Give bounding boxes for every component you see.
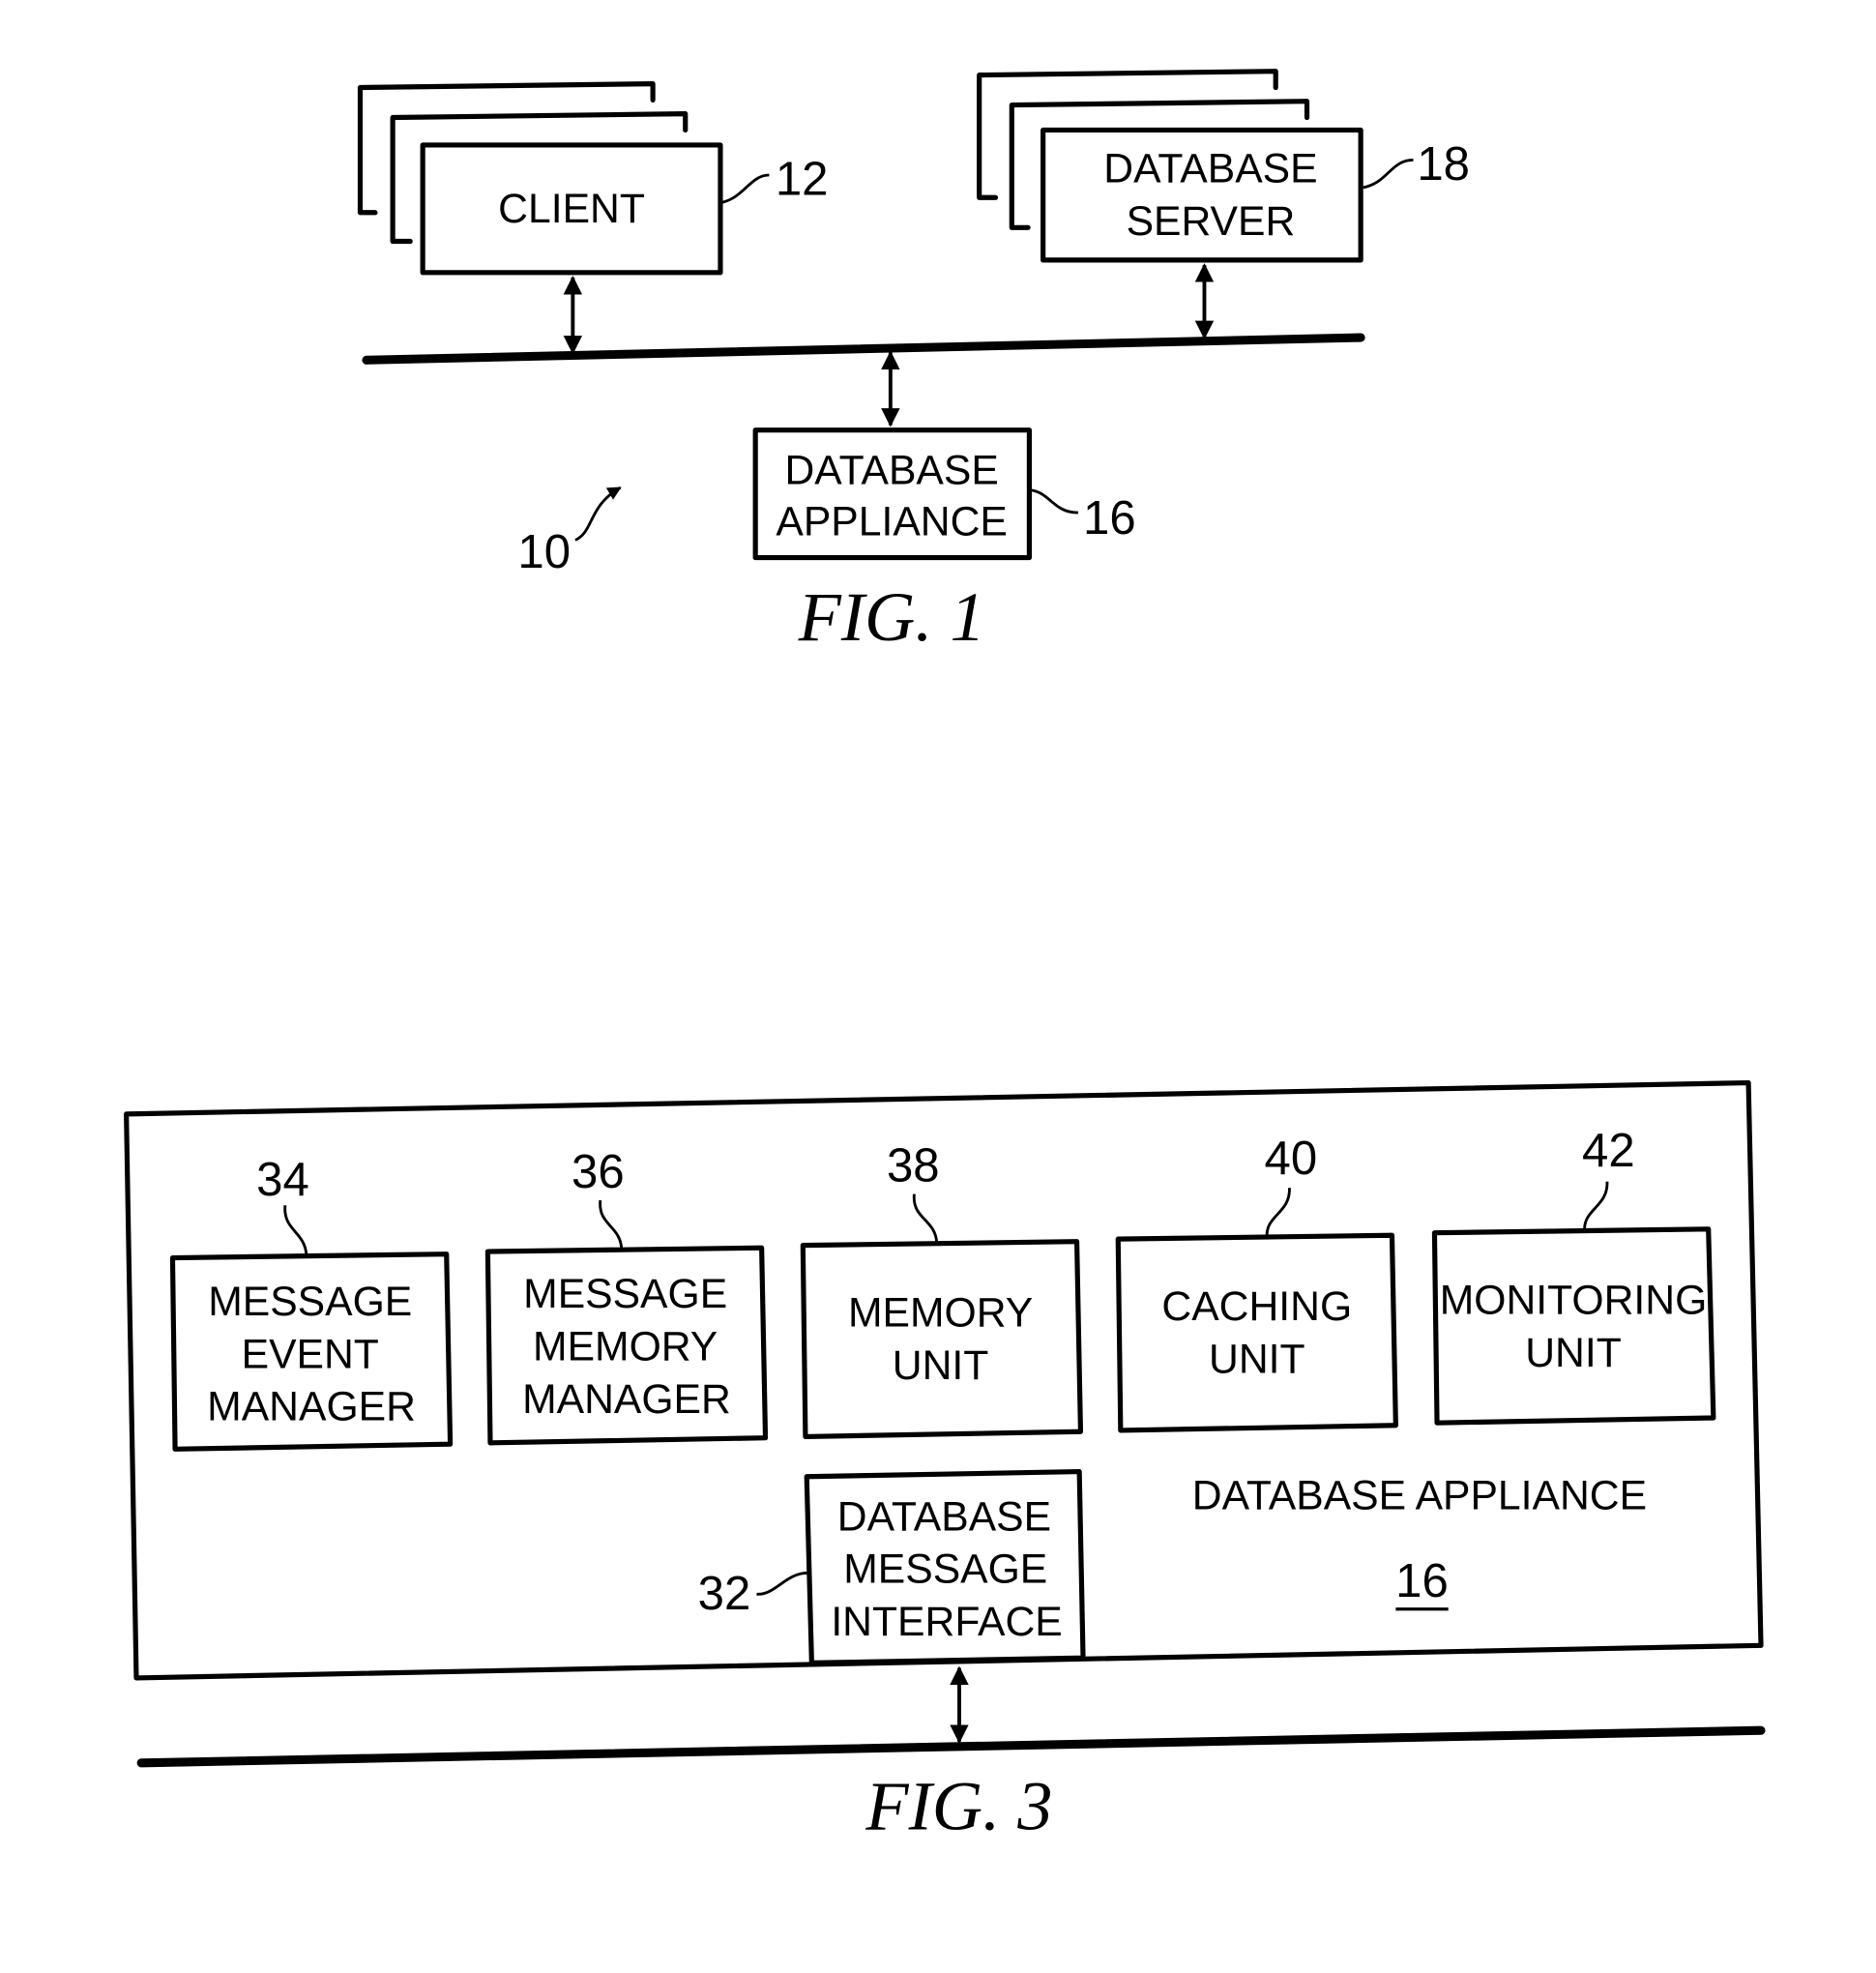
module-box [1115,1232,1398,1433]
database-appliance-ref-number: 16 [1083,492,1136,545]
database-appliance-node: DATABASE APPLIANCE 16 [752,427,1136,561]
fig1-network-bus [362,333,1365,365]
module-label-line: UNIT [1209,1336,1305,1382]
interface-label-line: INTERFACE [831,1599,1062,1645]
figure-1: CLIENT 12 DATABASE SERVER 18 DATABASE AP… [357,69,1470,656]
module-ref-number: 38 [887,1140,940,1193]
module-box [800,1239,1084,1439]
client-ref-number: 12 [776,154,829,206]
client-node: CLIENT 12 [357,81,829,276]
fig3-network-bus [136,1725,1766,1768]
database-server-label-line2: SERVER [1127,198,1296,245]
module-label-line: UNIT [1525,1330,1622,1376]
appliance-leader-line [1030,488,1078,515]
module-label-line: MESSAGE [208,1279,412,1325]
module-ref-number: 34 [256,1154,309,1206]
module-ref-number: 40 [1265,1133,1318,1185]
database-server-label-line1: DATABASE [1103,146,1317,192]
module-ref-number: 36 [572,1146,625,1198]
fig3-caption: FIG. 3 [865,1766,1052,1844]
container-ref-number: 16 [1395,1555,1449,1607]
system-reference: 10 [517,486,622,578]
interface-ref-number: 32 [698,1568,751,1620]
database-appliance-label-line2: APPLIANCE [776,498,1008,545]
client-label: CLIENT [498,186,645,232]
server-leader-line [1363,159,1414,190]
fig1-caption: FIG. 1 [798,577,985,656]
module-label-line: EVENT [242,1331,379,1377]
module-label-line: MONITORING [1440,1278,1708,1324]
interface-label-line: DATABASE [837,1493,1051,1540]
system-ref-arrow [574,486,622,542]
client-leader-line [720,173,770,204]
database-appliance-label-line1: DATABASE [784,447,998,493]
interface-label-line: MESSAGE [843,1546,1047,1593]
system-ref-number: 10 [517,526,571,578]
module-label-line: MEMORY [848,1290,1033,1337]
database-server-ref-number: 18 [1417,138,1470,191]
figure-3: 34 MESSAGE EVENT MANAGER 36 MESSAGE MEMO… [124,1079,1766,1844]
patent-drawing-sheet: CLIENT 12 DATABASE SERVER 18 DATABASE AP… [124,69,1766,1844]
module-ref-number: 42 [1582,1125,1635,1177]
module-label-line: MANAGER [522,1376,731,1423]
container-label: DATABASE APPLIANCE [1192,1472,1647,1518]
module-label-line: MEMORY [533,1324,718,1370]
module-box [1431,1226,1716,1426]
database-server-node: DATABASE SERVER 18 [977,69,1470,263]
module-label-line: MANAGER [207,1384,416,1430]
module-label-line: UNIT [893,1342,989,1389]
module-label-line: CACHING [1161,1283,1352,1330]
module-label-line: MESSAGE [523,1271,727,1317]
